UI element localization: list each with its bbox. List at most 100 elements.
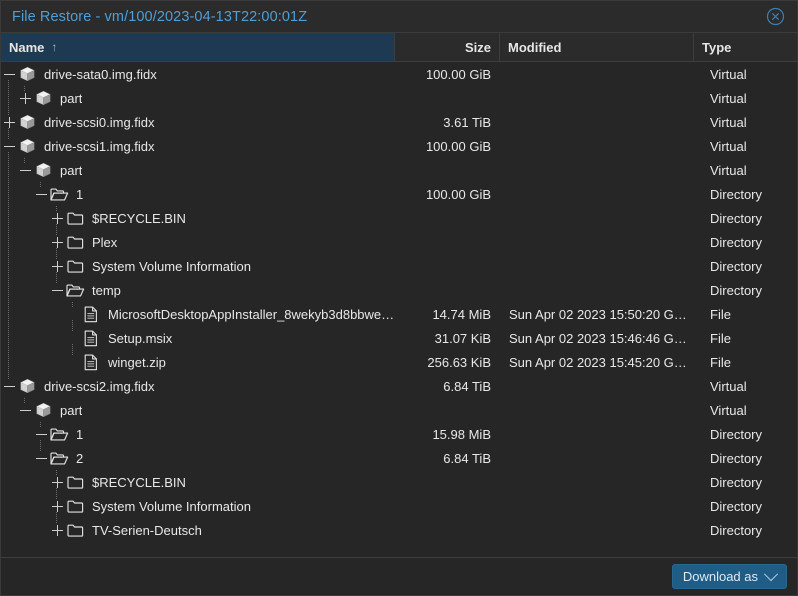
table-row[interactable]: part Virtual [1, 158, 797, 182]
table-row[interactable]: $RECYCLE.BIN Directory [1, 206, 797, 230]
table-row[interactable]: part Virtual [1, 398, 797, 422]
table-row[interactable]: drive-sata0.img.fidx 100.00 GiB Virtual [1, 62, 797, 86]
tree-indent [1, 350, 81, 374]
collapse-node-icon[interactable] [33, 446, 49, 470]
tree-guide-line [40, 446, 41, 452]
cell-type-value: File [710, 330, 731, 346]
file-name-label: $RECYCLE.BIN [92, 474, 186, 490]
tree-guide-line [17, 230, 33, 254]
expand-node-icon[interactable] [49, 230, 65, 254]
tree-guide-line [8, 374, 9, 380]
collapse-node-icon[interactable] [33, 422, 49, 446]
cell-modified-value [500, 86, 694, 110]
cell-name: TV-Serien-Deutsch [1, 518, 395, 542]
file-name-label: $RECYCLE.BIN [92, 210, 186, 226]
expand-node-icon[interactable] [1, 110, 17, 134]
collapse-node-icon[interactable] [33, 182, 49, 206]
collapse-node-icon[interactable] [17, 158, 33, 182]
tree-indent [1, 446, 49, 470]
expand-node-icon[interactable] [49, 206, 65, 230]
table-row[interactable]: System Volume Information Directory [1, 254, 797, 278]
virtual-drive-icon [17, 110, 37, 134]
tree-guide-line [40, 422, 41, 428]
file-icon [81, 326, 101, 350]
table-row[interactable]: TV-Serien-Deutsch Directory [1, 518, 797, 542]
file-icon [81, 302, 101, 326]
collapse-node-icon[interactable] [1, 62, 17, 86]
column-header-size[interactable]: Size [395, 33, 500, 61]
collapse-node-icon[interactable] [1, 134, 17, 158]
column-header-name[interactable]: Name ↑ [1, 33, 395, 61]
table-row[interactable]: drive-scsi2.img.fidx 6.84 TiB Virtual [1, 374, 797, 398]
tree-guide-line [49, 326, 65, 350]
table-row[interactable]: winget.zip 256.63 KiB Sun Apr 02 2023 15:4… [1, 350, 797, 374]
cell-modified-value [500, 494, 694, 518]
tree-guide-line [33, 470, 49, 494]
tree-indent [1, 470, 65, 494]
table-row[interactable]: Plex Directory [1, 230, 797, 254]
tree-guide-line [17, 326, 33, 350]
column-header-modified[interactable]: Modified [500, 33, 694, 61]
sort-ascending-icon: ↑ [51, 40, 58, 54]
file-name-label: part [60, 90, 83, 106]
tree-guide-line [33, 518, 49, 542]
table-row[interactable]: part Virtual [1, 86, 797, 110]
cell-type-value: File [710, 306, 731, 322]
cell-type-value: Directory [710, 234, 763, 250]
cell-modified-value [500, 422, 694, 446]
table-row[interactable]: drive-scsi1.img.fidx 100.00 GiB Virtual [1, 134, 797, 158]
expand-node-icon[interactable] [17, 86, 33, 110]
close-icon[interactable] [762, 4, 788, 30]
column-header-type-label: Type [702, 39, 732, 55]
collapse-node-icon[interactable] [17, 398, 33, 422]
expand-node-icon[interactable] [49, 494, 65, 518]
table-row[interactable]: $RECYCLE.BIN Directory [1, 470, 797, 494]
cell-size-value [395, 278, 500, 302]
table-row[interactable]: Setup.msix 31.07 KiB Sun Apr 02 2023 15:46… [1, 326, 797, 350]
table-row[interactable]: 2 6.84 TiB Directory [1, 446, 797, 470]
folder-closed-icon [65, 494, 85, 518]
tree-guide-line [56, 278, 57, 284]
expand-node-icon[interactable] [49, 254, 65, 278]
cell-name: $RECYCLE.BIN [1, 206, 395, 230]
cell-name: part [1, 398, 395, 422]
expand-node-icon[interactable] [49, 518, 65, 542]
file-name-label: part [60, 402, 83, 418]
table-row[interactable]: drive-scsi0.img.fidx 3.61 TiB Virtual [1, 110, 797, 134]
cell-type-value: Virtual [710, 90, 747, 106]
collapse-node-icon[interactable] [49, 278, 65, 302]
cell-name: drive-scsi1.img.fidx [1, 134, 395, 158]
tree-indent [1, 110, 17, 134]
cell-modified-value [500, 206, 694, 230]
table-row[interactable]: temp Directory [1, 278, 797, 302]
tree-guide-line [56, 518, 57, 524]
table-row[interactable]: MicrosoftDesktopAppInstaller_8wekyb3d8bb… [1, 302, 797, 326]
cell-name: temp [1, 278, 395, 302]
table-row[interactable]: 1 100.00 GiB Directory [1, 182, 797, 206]
tree-guide-line [1, 398, 17, 422]
cell-size-value: 15.98 MiB [432, 426, 491, 442]
tree-indent [1, 494, 65, 518]
cell-size-value: 100.00 GiB [425, 186, 491, 202]
column-header-type[interactable]: Type [694, 33, 797, 61]
cell-modified-value: Sun Apr 02 2023 15:50:20 G… [509, 306, 687, 322]
expand-node-icon[interactable] [49, 470, 65, 494]
folder-closed-icon [65, 230, 85, 254]
cell-type-value: Directory [710, 282, 763, 298]
tree-guide-line [17, 254, 33, 278]
cell-type-value: Directory [710, 474, 763, 490]
file-tree[interactable]: drive-sata0.img.fidx 100.00 GiB Virtual par… [1, 62, 797, 557]
tree-guide-line [17, 278, 33, 302]
file-name-label: MicrosoftDesktopAppInstaller_8wekyb3d8bb… [108, 306, 395, 322]
cell-size-value: 31.07 KiB [434, 330, 491, 346]
tree-leaf-spacer [65, 302, 81, 326]
tree-indent [1, 206, 65, 230]
cell-type-value: Virtual [710, 378, 747, 394]
cell-size-value: 14.74 MiB [432, 306, 491, 322]
virtual-drive-icon [33, 158, 53, 182]
download-as-button[interactable]: Download as [671, 564, 787, 589]
table-row[interactable]: System Volume Information Directory [1, 494, 797, 518]
cell-modified-value [500, 134, 694, 158]
collapse-node-icon[interactable] [1, 374, 17, 398]
table-row[interactable]: 1 15.98 MiB Directory [1, 422, 797, 446]
